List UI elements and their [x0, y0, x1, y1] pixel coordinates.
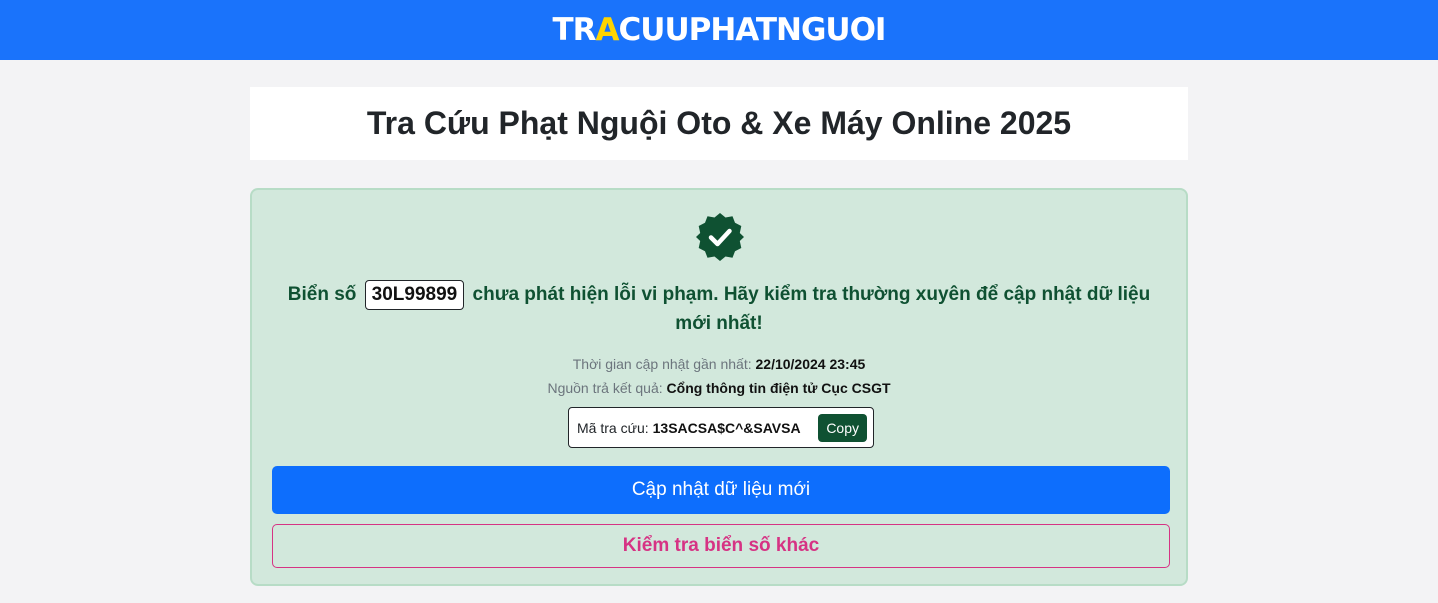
lookup-code-value: 13SACSA$C^&SAVSA	[652, 419, 801, 436]
message-prefix: Biển số	[287, 284, 357, 305]
lookup-code-box: Mã tra cứu: 13SACSA$C^&SAVSA Copy	[568, 407, 874, 448]
verified-badge-check-icon	[696, 213, 744, 261]
refresh-data-button[interactable]: Cập nhật dữ liệu mới	[272, 466, 1170, 514]
copy-button[interactable]: Copy	[818, 413, 867, 442]
lookup-code-label: Mã tra cứu:	[577, 419, 649, 436]
page-title: Tra Cứu Phạt Nguội Oto & Xe Máy Online 2…	[366, 105, 1072, 141]
page-title-box: Tra Cứu Phạt Nguội Oto & Xe Máy Online 2…	[250, 87, 1188, 160]
site-logo[interactable]: TRACUUPHATNGUOI	[552, 11, 887, 48]
last-updated-label: Thời gian cập nhật gần nhất:	[572, 356, 752, 372]
result-card: Biển số 30L99899 chưa phát hiện lỗi vi p…	[250, 188, 1188, 586]
logo-text-part1: TR	[552, 11, 597, 48]
last-updated-row: Thời gian cập nhật gần nhất: 22/10/2024 …	[252, 356, 1186, 372]
logo-text-accent: A	[595, 11, 620, 48]
result-message: Biển số 30L99899 chưa phát hiện lỗi vi p…	[272, 280, 1166, 337]
logo-text-part2: CUUPHATNGUOI	[618, 11, 887, 48]
plate-number: 30L99899	[364, 280, 465, 310]
source-value: Cổng thông tin điện tử Cục CSGT	[666, 380, 891, 396]
top-header-bar: TRACUUPHATNGUOI	[0, 0, 1438, 60]
last-updated-value: 22/10/2024 23:45	[755, 356, 866, 372]
source-label: Nguồn trả kết quả:	[547, 380, 663, 396]
source-row: Nguồn trả kết quả: Cổng thông tin điện t…	[252, 380, 1186, 396]
check-other-plate-button[interactable]: Kiểm tra biển số khác	[272, 524, 1170, 568]
message-suffix: chưa phát hiện lỗi vi phạm. Hãy kiểm tra…	[472, 284, 1151, 334]
